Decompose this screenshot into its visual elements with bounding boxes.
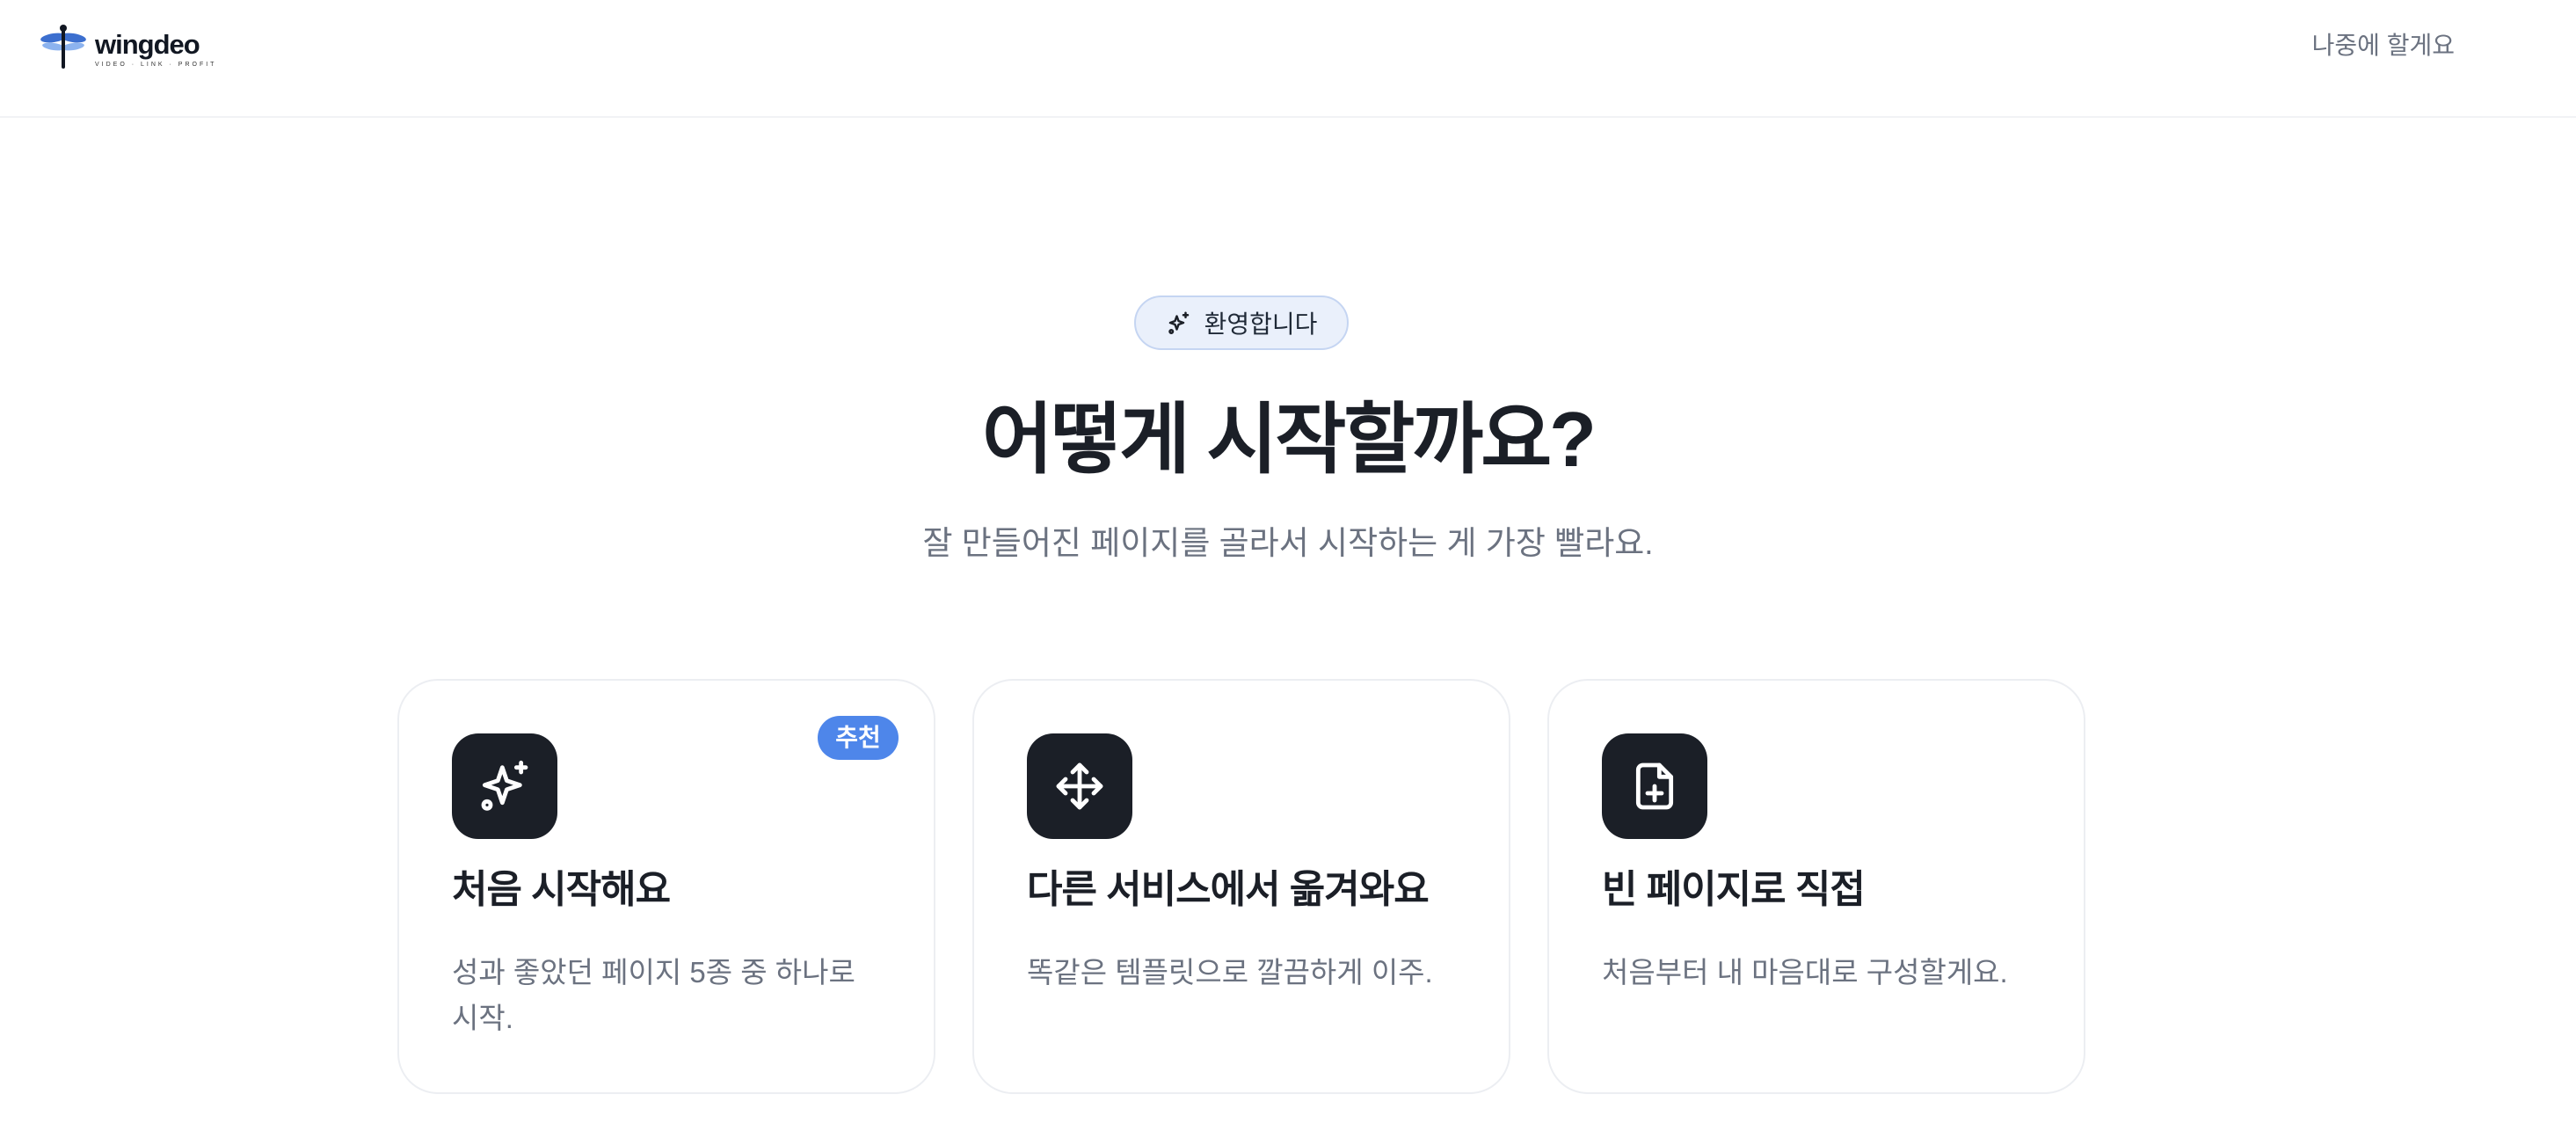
option-title: 처음 시작해요: [452, 868, 671, 911]
option-description: 처음부터 내 마음대로 구성할게요.: [1602, 956, 2008, 988]
option-card-migrate[interactable]: 다른 서비스에서 옮겨와요 똑같은 템플릿으로 깔끔하게 이주.: [972, 679, 1510, 1094]
page-title: 어떻게 시작할까요?: [982, 396, 1597, 483]
option-title: 다른 서비스에서 옮겨와요: [1027, 868, 1430, 911]
recommended-badge: 추천: [818, 716, 899, 760]
brand-logo[interactable]: wingdeo VIDEO · LINK · PROFIT: [39, 23, 216, 72]
sparkles-icon: [452, 733, 557, 839]
option-card-start-fresh[interactable]: 추천 처음 시작해요 성과 좋았던 페이지 5종 중 하나로 시작.: [397, 679, 935, 1094]
welcome-label: 환영합니다: [1204, 310, 1318, 338]
option-description: 똑같은 템플릿으로 깔끔하게 이주.: [1027, 956, 1433, 988]
option-description: 성과 좋았던 페이지 5종 중 하나로 시작.: [452, 956, 855, 1034]
page-subtitle: 잘 만들어진 페이지를 골라서 시작하는 게 가장 빨라요.: [922, 525, 1654, 561]
option-title: 빈 페이지로 직접: [1602, 868, 1866, 911]
option-card-blank-page[interactable]: 빈 페이지로 직접 처음부터 내 마음대로 구성할게요.: [1547, 679, 2085, 1094]
dragonfly-logo-icon: [40, 25, 86, 69]
file-plus-icon: [1602, 733, 1707, 839]
brand-tagline: VIDEO · LINK · PROFIT: [95, 62, 217, 68]
welcome-pill: 환영합니다: [1134, 295, 1349, 350]
skip-for-later-button[interactable]: 나중에 할게요: [2312, 26, 2455, 65]
top-bar: wingdeo VIDEO · LINK · PROFIT 나중에 할게요: [0, 0, 2576, 118]
sparkle-icon: [1166, 310, 1192, 336]
move-icon: [1027, 733, 1132, 839]
brand-name: wingdeo: [95, 29, 200, 60]
